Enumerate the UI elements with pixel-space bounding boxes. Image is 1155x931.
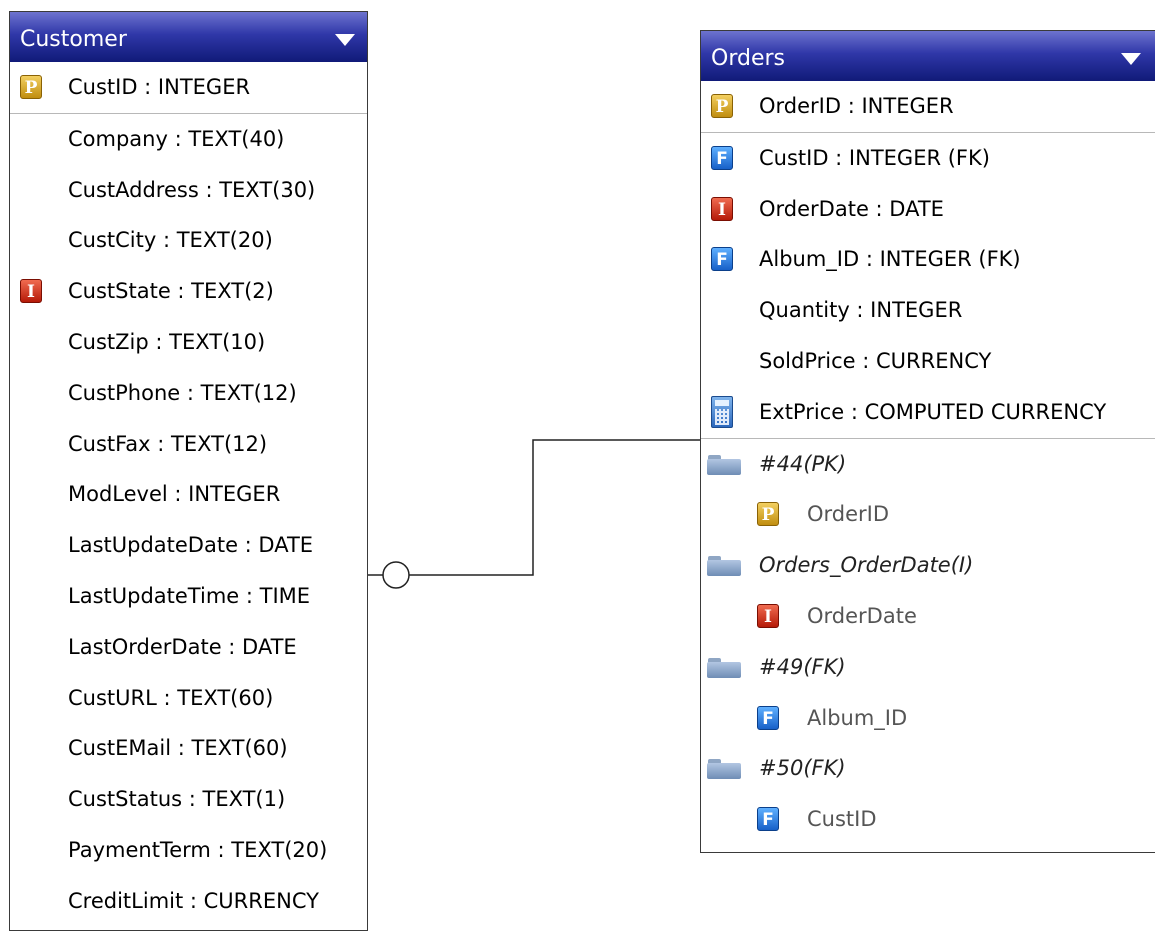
column-label: LastOrderDate : DATE bbox=[68, 634, 297, 659]
index-row[interactable]: #44(PK) bbox=[701, 439, 1155, 490]
column-label: CustID : INTEGER (FK) bbox=[759, 145, 990, 170]
table-row[interactable]: Company : TEXT(40) bbox=[10, 114, 367, 165]
index-column-row[interactable]: I OrderDate bbox=[701, 591, 1155, 642]
index-column-label: Album_ID bbox=[807, 705, 908, 730]
customer-columns: P CustID : INTEGER Company : TEXT(40) CustA… bbox=[10, 62, 367, 927]
foreign-key-icon: F bbox=[757, 807, 779, 832]
index-row[interactable]: #49(FK) bbox=[701, 642, 1155, 693]
index-name: Orders_OrderDate(I) bbox=[759, 553, 974, 578]
table-row[interactable]: P OrderID : INTEGER bbox=[701, 81, 1155, 133]
column-label: OrderID : INTEGER bbox=[759, 94, 954, 118]
column-label: CustID : INTEGER bbox=[68, 75, 251, 99]
column-label: Quantity : INTEGER bbox=[759, 298, 963, 323]
column-label: CreditLimit : CURRENCY bbox=[68, 888, 319, 913]
table-row[interactable]: CreditLimit : CURRENCY bbox=[10, 876, 367, 927]
table-row[interactable]: PaymentTerm : TEXT(20) bbox=[10, 825, 367, 876]
index-icon: I bbox=[757, 603, 779, 628]
index-name: #49(FK) bbox=[759, 654, 846, 679]
column-label: CustCity : TEXT(20) bbox=[68, 228, 273, 253]
foreign-key-icon: F bbox=[757, 705, 779, 730]
column-label: Company : TEXT(40) bbox=[68, 126, 285, 151]
index-column-label: OrderDate bbox=[807, 603, 917, 628]
table-row[interactable]: F CustID : INTEGER (FK) bbox=[701, 133, 1155, 184]
table-row[interactable]: CustEMail : TEXT(60) bbox=[10, 723, 367, 774]
column-label: Album_ID : INTEGER (FK) bbox=[759, 247, 1021, 272]
column-label: PaymentTerm : TEXT(20) bbox=[68, 837, 328, 862]
primary-key-icon: P bbox=[757, 502, 779, 527]
column-label: CustFax : TEXT(12) bbox=[68, 431, 268, 456]
column-label: CustURL : TEXT(60) bbox=[68, 685, 274, 710]
table-row[interactable]: Quantity : INTEGER bbox=[701, 285, 1155, 336]
column-label: LastUpdateTime : TIME bbox=[68, 583, 311, 608]
table-row[interactable]: CustAddress : TEXT(30) bbox=[10, 165, 367, 216]
index-column-label: OrderID bbox=[807, 502, 890, 527]
folder-icon bbox=[707, 556, 741, 577]
index-icon: I bbox=[711, 196, 733, 221]
column-label: CustZip : TEXT(10) bbox=[68, 329, 266, 354]
table-row[interactable]: CustStatus : TEXT(1) bbox=[10, 774, 367, 825]
table-row[interactable]: SoldPrice : CURRENCY bbox=[701, 336, 1155, 387]
orders-columns: P OrderID : INTEGER F CustID : INTEGER (FK)… bbox=[701, 81, 1155, 439]
table-row[interactable]: LastUpdateTime : TIME bbox=[10, 571, 367, 622]
index-name: #44(PK) bbox=[759, 451, 847, 476]
column-label: CustState : TEXT(2) bbox=[68, 279, 274, 304]
table-row[interactable]: ExtPrice : COMPUTED CURRENCY bbox=[701, 387, 1155, 439]
zero-cardinality-circle bbox=[382, 561, 410, 589]
folder-icon bbox=[707, 454, 741, 475]
calculator-icon bbox=[711, 395, 733, 428]
orders-table[interactable]: Orders P OrderID : INTEGER F CustID : INTEG… bbox=[700, 30, 1155, 853]
primary-key-icon: P bbox=[20, 75, 42, 99]
collapse-arrow-icon[interactable] bbox=[1121, 53, 1141, 65]
table-row[interactable]: CustURL : TEXT(60) bbox=[10, 673, 367, 724]
table-row[interactable]: I OrderDate : DATE bbox=[701, 184, 1155, 235]
index-column-label: CustID bbox=[807, 807, 877, 832]
column-label: LastUpdateDate : DATE bbox=[68, 533, 314, 558]
column-label: CustPhone : TEXT(12) bbox=[68, 380, 297, 405]
table-row[interactable]: LastUpdateDate : DATE bbox=[10, 520, 367, 571]
table-row[interactable]: P CustID : INTEGER bbox=[10, 62, 367, 114]
customer-table-header[interactable]: Customer bbox=[10, 12, 367, 62]
collapse-arrow-icon[interactable] bbox=[335, 34, 355, 46]
column-label: SoldPrice : CURRENCY bbox=[759, 348, 992, 373]
table-row[interactable]: LastOrderDate : DATE bbox=[10, 622, 367, 673]
relationship-line bbox=[368, 439, 700, 576]
index-icon: I bbox=[20, 279, 42, 304]
primary-key-icon: P bbox=[711, 94, 733, 118]
table-row[interactable]: CustZip : TEXT(10) bbox=[10, 317, 367, 368]
orders-table-header[interactable]: Orders bbox=[701, 31, 1155, 81]
folder-icon bbox=[707, 759, 741, 780]
index-column-row[interactable]: F CustID bbox=[701, 794, 1155, 845]
folder-icon bbox=[707, 657, 741, 678]
table-row[interactable]: CustCity : TEXT(20) bbox=[10, 215, 367, 266]
column-label: CustEMail : TEXT(60) bbox=[68, 736, 288, 761]
index-column-row[interactable]: F Album_ID bbox=[701, 693, 1155, 744]
column-label: ExtPrice : COMPUTED CURRENCY bbox=[759, 399, 1107, 424]
column-label: CustStatus : TEXT(1) bbox=[68, 787, 286, 812]
foreign-key-icon: F bbox=[711, 145, 733, 170]
table-row[interactable]: CustPhone : TEXT(12) bbox=[10, 368, 367, 419]
table-row[interactable]: F Album_ID : INTEGER (FK) bbox=[701, 234, 1155, 285]
table-row[interactable]: I CustState : TEXT(2) bbox=[10, 266, 367, 317]
table-row[interactable]: ModLevel : INTEGER bbox=[10, 469, 367, 520]
column-label: ModLevel : INTEGER bbox=[68, 482, 281, 507]
index-name: #50(FK) bbox=[759, 756, 846, 781]
orders-indexes: #44(PK) P OrderID Orders_OrderDate(I) I Order… bbox=[701, 439, 1155, 845]
customer-table-title: Customer bbox=[20, 27, 127, 52]
index-column-row[interactable]: P OrderID bbox=[701, 489, 1155, 540]
index-row[interactable]: #50(FK) bbox=[701, 743, 1155, 794]
foreign-key-icon: F bbox=[711, 247, 733, 272]
column-label: OrderDate : DATE bbox=[759, 196, 944, 221]
table-row[interactable]: CustFax : TEXT(12) bbox=[10, 419, 367, 470]
orders-table-title: Orders bbox=[711, 46, 785, 71]
customer-table[interactable]: Customer P CustID : INTEGER Company : TEXT… bbox=[9, 11, 368, 931]
column-label: CustAddress : TEXT(30) bbox=[68, 177, 316, 202]
index-row[interactable]: Orders_OrderDate(I) bbox=[701, 540, 1155, 591]
